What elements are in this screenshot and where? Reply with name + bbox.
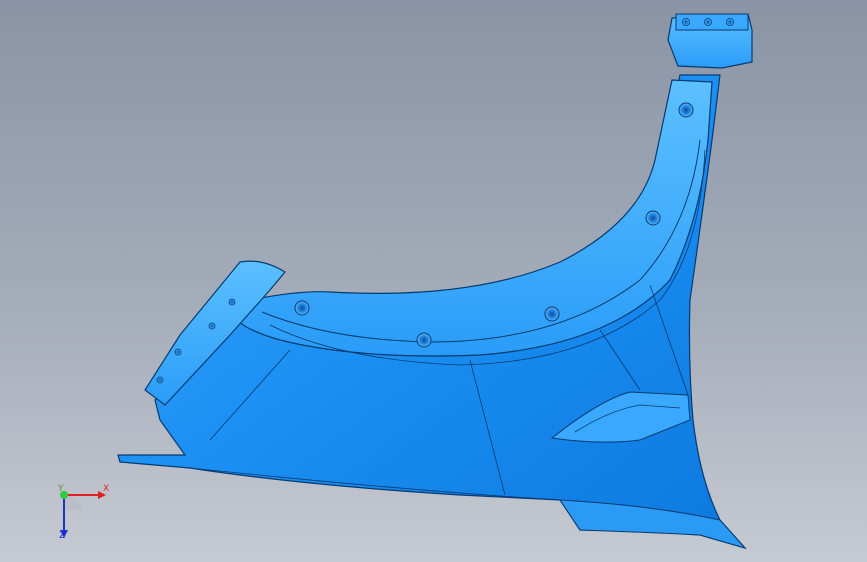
axis-x-label: X [103,484,110,494]
bracket-hole-2 [704,18,712,26]
arch-hole-3 [544,306,560,322]
cad-graphics-viewport[interactable]: X Y Z [0,0,867,562]
bracket-hole-3 [726,18,734,26]
arch-hole-1 [294,300,310,316]
left-bracket-hole-1 [174,348,182,356]
axis-z-label: Z [59,531,66,541]
bracket-hole-1 [682,18,690,26]
left-bracket-hole-3 [228,298,236,306]
left-bracket-hole-2 [208,322,216,330]
3d-part-model[interactable] [0,0,867,562]
axis-y-label: Y [58,484,64,494]
arch-hole-2 [416,332,432,348]
arch-hole-4 [645,210,661,226]
coordinate-triad: X Y Z [40,480,120,550]
arch-hole-5 [678,102,694,118]
left-bracket-hole-4 [156,376,164,384]
